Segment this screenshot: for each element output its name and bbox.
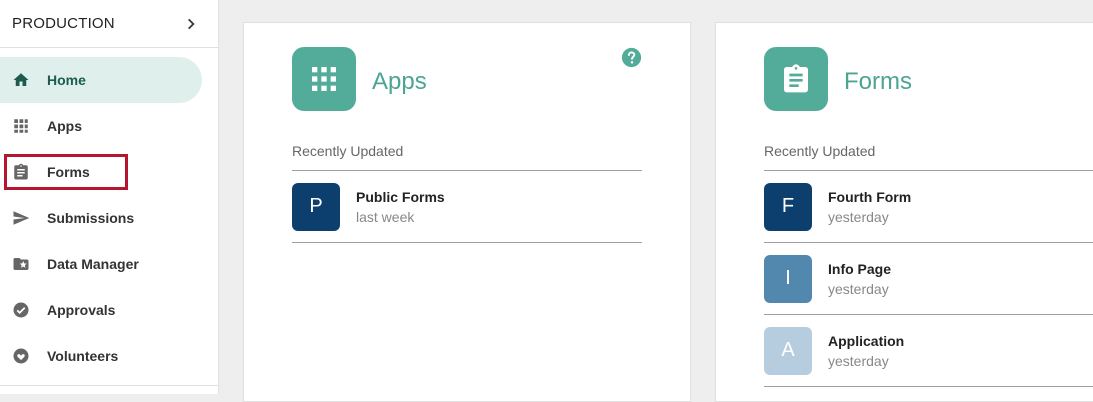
item-name: Application [828,332,905,349]
sidebar-item-home[interactable]: Home [0,57,218,103]
list-item[interactable]: I Info Page yesterday [764,243,1093,315]
avatar: I [764,254,812,303]
heart-hand-icon [12,347,30,365]
sidebar-item-label: Submissions [47,210,135,226]
sidebar-divider [0,385,218,386]
grid-icon [12,117,30,135]
item-name: Info Page [828,260,892,277]
list-item[interactable]: A Application yesterday [764,315,1093,387]
sidebar-item-label: Volunteers [47,348,119,364]
folder-star-icon [12,255,30,273]
avatar: P [292,182,340,231]
chevron-right-icon [188,18,195,29]
apps-card-title[interactable]: Apps [372,68,427,96]
recent-forms-list: F Fourth Form yesterday I Info Page yest… [764,170,1093,387]
sidebar-item-label: Approvals [47,302,116,318]
help-icon[interactable] [621,47,642,68]
forms-clipboard-icon [764,47,828,111]
recently-updated-label: Recently Updated [292,143,404,159]
sidebar-nav: Home Apps Forms Submissions Data Manager… [0,57,218,379]
forms-highlight-box [4,154,128,190]
sidebar-item-apps[interactable]: Apps [0,103,218,149]
environment-selector[interactable]: PRODUCTION [0,0,218,48]
recent-apps-list: P Public Forms last week [292,170,642,243]
check-circle-icon [12,301,30,319]
item-updated: yesterday [828,280,889,297]
item-updated: last week [356,208,415,225]
send-icon [12,209,30,227]
item-updated: yesterday [828,352,889,369]
sidebar-item-submissions[interactable]: Submissions [0,195,218,241]
item-updated: yesterday [828,208,889,225]
environment-label: PRODUCTION [12,15,115,32]
sidebar-item-label: Home [47,72,86,88]
list-item[interactable]: F Fourth Form yesterday [764,171,1093,243]
recently-updated-label: Recently Updated [764,143,876,159]
apps-card: Apps Recently Updated P Public Forms las… [243,22,691,402]
list-item[interactable]: P Public Forms last week [292,171,642,243]
sidebar-item-label: Data Manager [47,256,139,272]
sidebar: PRODUCTION Home Apps Forms Submissions D… [0,0,219,394]
sidebar-item-volunteers[interactable]: Volunteers [0,333,218,379]
sidebar-item-label: Apps [47,118,82,134]
apps-grid-icon [292,47,356,111]
item-name: Public Forms [356,188,445,205]
avatar: A [764,326,812,375]
home-icon [12,71,30,89]
sidebar-item-data-manager[interactable]: Data Manager [0,241,218,287]
forms-card-title[interactable]: Forms [844,68,912,96]
item-name: Fourth Form [828,188,912,205]
avatar: F [764,182,812,231]
forms-card: Forms Recently Updated F Fourth Form yes… [715,22,1093,402]
sidebar-item-approvals[interactable]: Approvals [0,287,218,333]
